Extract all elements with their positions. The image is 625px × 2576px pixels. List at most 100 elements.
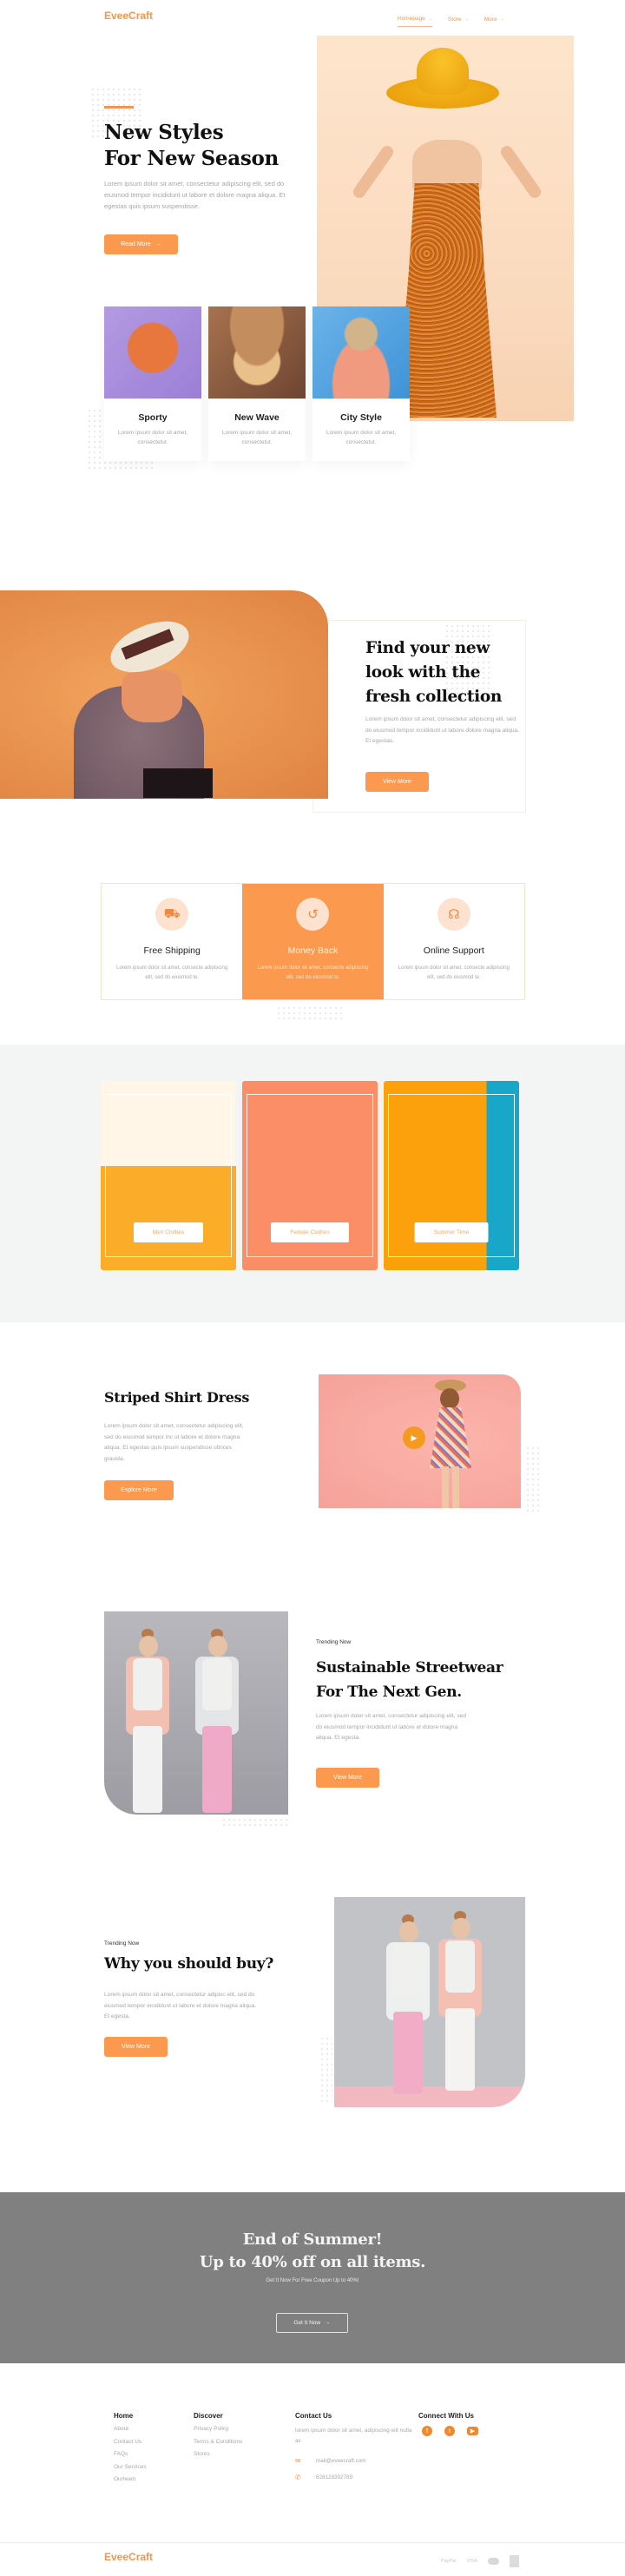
striped-dress-description: Lorem ipsum dolor sit amet, consectetur …	[104, 1423, 244, 1462]
footer-heading: Contact Us	[295, 2412, 332, 2420]
arrow-right-icon: →	[155, 241, 161, 247]
features-strip: ⛟ Free Shipping Lorem ipsum dolor sit am…	[101, 883, 525, 1000]
social-links: f t ▶	[422, 2426, 478, 2436]
refresh-icon: ↺	[296, 898, 330, 931]
chevron-down-icon: ⌄	[428, 16, 433, 22]
streetwear-title-line: For The Next Gen.	[316, 1683, 462, 1701]
footer-link-ourteam[interactable]: Ourteam	[114, 2476, 147, 2482]
hero-title-line: For New Season	[104, 147, 279, 170]
feature-description: Lorem ipsum dolor sit amet, consecte adi…	[257, 965, 369, 980]
button-label: Read More	[121, 241, 151, 247]
category-button[interactable]: Men Clothes	[134, 1222, 203, 1242]
play-button[interactable]: ▶	[403, 1426, 425, 1449]
footer-link-about[interactable]: About	[114, 2426, 147, 2432]
footer-link-contact[interactable]: Contact Us	[114, 2439, 147, 2445]
button-label: Get It Now	[293, 2320, 321, 2326]
feature-free-shipping: ⛟ Free Shipping Lorem ipsum dolor sit am…	[102, 884, 242, 999]
feature-title: Free Shipping	[143, 945, 201, 956]
youtube-icon[interactable]: ▶	[467, 2427, 478, 2435]
dot-pattern	[221, 1817, 291, 1826]
style-image	[104, 306, 201, 399]
category-button[interactable]: Female Clothes	[271, 1222, 349, 1242]
paypal-icon: PayPal	[441, 2559, 457, 2564]
streetwear-description: Lorem ipsum dolor sit amet, consectetur …	[316, 1713, 466, 1741]
email-text: mail@eveecraft.com	[316, 2458, 366, 2464]
category-button[interactable]: Summer Time	[414, 1222, 489, 1242]
nav-homepage[interactable]: Homepage ⌄	[398, 16, 433, 27]
category-female-clothes[interactable]: Female Clothes	[242, 1081, 378, 1270]
footer-email[interactable]: ✉ mail@eveecraft.com	[295, 2457, 417, 2465]
why-buy-image	[334, 1897, 525, 2107]
style-image	[312, 306, 410, 399]
get-it-now-button[interactable]: Get It Now →	[276, 2313, 348, 2333]
nav-label: Store	[448, 16, 462, 23]
nav-label: More	[484, 16, 497, 23]
truck-icon: ⛟	[155, 898, 189, 931]
why-buy-title: Why you should buy?	[104, 1955, 274, 1973]
facebook-icon[interactable]: f	[422, 2426, 432, 2436]
style-description: Lorem ipsum dolor sit amet, consectetur.	[326, 430, 397, 445]
category-men-clothes[interactable]: Men Clothes	[101, 1081, 236, 1270]
feature-money-back: ↺ Money Back Lorem ipsum dolor sit amet,…	[242, 884, 384, 999]
read-more-button[interactable]: Read More →	[104, 234, 178, 254]
footer-link-stores[interactable]: Stores	[194, 2451, 242, 2457]
hero-figure-arm	[498, 143, 543, 201]
promo-title: End of Summer! Up to 40% off on all item…	[0, 2229, 625, 2274]
look-description: Lorem ipsum dolor sit amet, consectetur …	[365, 716, 520, 744]
explore-more-button[interactable]: Explore More	[104, 1480, 174, 1500]
look-figure-belt	[143, 768, 213, 798]
amex-icon	[509, 2555, 519, 2567]
look-title: Find your new look with the fresh collec…	[365, 639, 503, 706]
footer-col-discover: Discover Privacy Policy Terms & Conditio…	[194, 2412, 242, 2464]
brand-logo[interactable]: EveeCraft	[104, 10, 153, 22]
dot-pattern	[319, 2036, 332, 2105]
hero-accent-line	[104, 106, 134, 109]
hero-title: New Styles For New Season	[104, 120, 279, 172]
feature-description: Lorem ipsum dolor sit amet, consecte adi…	[398, 965, 510, 980]
promo-subtitle: Get It Now For Free Coupon Up to 40%!	[266, 2278, 359, 2283]
view-more-button[interactable]: View More	[104, 2037, 168, 2057]
hero-description: Lorem ipsum dolor sit amet, consectetur …	[104, 180, 286, 210]
footer-link-services[interactable]: Our Services	[114, 2464, 147, 2470]
trending-tag: Trending Now	[104, 1940, 140, 1947]
hero-title-line: New Styles	[104, 121, 224, 144]
chevron-down-icon: ⌄	[464, 16, 469, 22]
dot-pattern	[276, 1005, 345, 1021]
footer-phone[interactable]: ✆ 628128392789	[295, 2474, 417, 2481]
footer-link-faqs[interactable]: FAQs	[114, 2451, 147, 2457]
dot-pattern	[525, 1446, 543, 1515]
category-summer-time[interactable]: Summer Time	[384, 1081, 519, 1270]
style-card-sporty[interactable]: Sporty Lorem ipsum dolor sit amet, conse…	[104, 306, 201, 461]
look-image	[0, 590, 328, 799]
streetwear-title: Sustainable Streetwear For The Next Gen.	[316, 1656, 503, 1704]
footer-heading: Connect With Us	[418, 2412, 474, 2420]
promo-title-line: End of Summer!	[242, 2230, 383, 2249]
feature-title: Money Back	[287, 945, 339, 956]
look-figure-hair	[122, 670, 182, 722]
view-more-button[interactable]: View More	[365, 772, 429, 792]
twitter-icon[interactable]: t	[444, 2426, 455, 2436]
trending-tag: Trending Now	[316, 1639, 352, 1645]
striped-dress-title: Striped Shirt Dress	[104, 1389, 250, 1406]
nav-store[interactable]: Store ⌄	[448, 16, 469, 27]
footer-col-contact: Contact Us lorem ipsum dolor sit amet, a…	[295, 2412, 417, 2481]
arrow-right-icon: →	[325, 2320, 331, 2326]
visa-icon: VISA	[466, 2559, 477, 2564]
feature-online-support: ☊ Online Support Lorem ipsum dolor sit a…	[384, 884, 524, 999]
nav-more[interactable]: More ⌄	[484, 16, 504, 27]
style-description: Lorem ipsum dolor sit amet, consectetur.	[221, 430, 293, 445]
mail-icon: ✉	[295, 2457, 301, 2465]
footer-link-terms[interactable]: Terms & Conditions	[194, 2439, 242, 2445]
style-card-new-wave[interactable]: New Wave Lorem ipsum dolor sit amet, con…	[208, 306, 306, 461]
style-card-city-style[interactable]: City Style Lorem ipsum dolor sit amet, c…	[312, 306, 410, 461]
hero-figure-arm	[351, 143, 396, 201]
style-image	[208, 306, 306, 399]
payment-methods: PayPal VISA	[441, 2555, 519, 2567]
footer-logo[interactable]: EveeCraft	[104, 2551, 153, 2563]
footer-link-privacy[interactable]: Privacy Policy	[194, 2426, 242, 2432]
footer-heading: Home	[114, 2412, 134, 2420]
style-description: Lorem ipsum dolor sit amet, consectetur.	[117, 430, 188, 445]
view-more-button[interactable]: View More	[316, 1768, 379, 1788]
headset-icon: ☊	[437, 898, 470, 931]
style-title: Sporty	[138, 412, 168, 423]
